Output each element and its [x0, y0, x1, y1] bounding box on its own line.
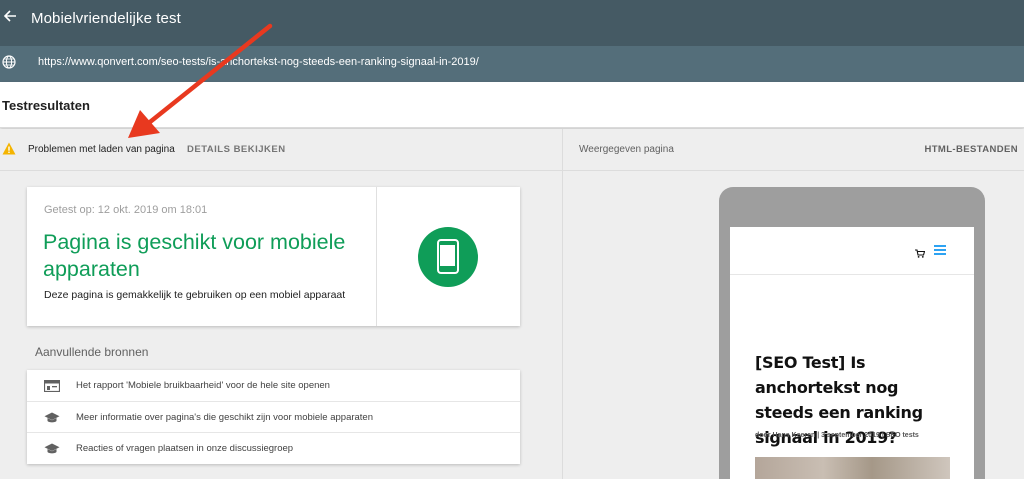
pane-separator: [563, 170, 1024, 171]
cart-icon: [915, 245, 926, 258]
mobile-friendly-badge: [418, 227, 478, 287]
tested-url[interactable]: https://www.qonvert.com/seo-tests/is-anc…: [38, 56, 479, 68]
resources-list: Het rapport 'Mobiele bruikbaarheid' voor…: [27, 370, 520, 464]
school-icon: [44, 411, 60, 423]
resource-item-forum[interactable]: Reacties of vragen plaatsen in onze disc…: [27, 432, 520, 463]
issue-bar: Problemen met laden van pagina DETAILS B…: [0, 129, 562, 171]
result-card: Getest op: 12 okt. 2019 om 18:01 Pagina …: [27, 187, 520, 326]
report-icon: [43, 379, 61, 393]
url-bar[interactable]: https://www.qonvert.com/seo-tests/is-anc…: [0, 46, 1024, 82]
result-heading: Pagina is geschikt voor mobiele apparate…: [43, 230, 346, 281]
results-header: Testresultaten: [0, 82, 1024, 128]
hamburger-menu-icon: [934, 245, 946, 255]
rendered-page-label: Weergegeven pagina: [579, 144, 674, 155]
device-screen[interactable]: [SEO Test] Is anchortekst nog steeds een…: [730, 227, 974, 479]
back-arrow-icon[interactable]: [3, 9, 19, 29]
phone-icon: [437, 239, 459, 274]
school-icon: [44, 442, 60, 454]
resource-item-learn-more[interactable]: Meer informatie over pagina's die geschi…: [27, 401, 520, 432]
resource-label: Reacties of vragen plaatsen in onze disc…: [76, 443, 294, 454]
post-meta: door Hans Keeren | 3 september 2019 | SE…: [755, 432, 919, 439]
card-divider: [376, 187, 377, 326]
view-details-button[interactable]: DETAILS BEKIJKEN: [187, 144, 286, 155]
post-featured-image: [755, 457, 950, 479]
device-frame: [SEO Test] Is anchortekst nog steeds een…: [719, 187, 985, 479]
rendered-page-pane: Weergegeven pagina HTML-BESTANDEN [SEO T…: [563, 129, 1024, 479]
app-bar: Mobielvriendelijke test: [0, 0, 1024, 46]
results-pane: Problemen met laden van pagina DETAILS B…: [0, 129, 562, 479]
html-files-button[interactable]: HTML-BESTANDEN: [924, 144, 1018, 155]
site-header: [730, 227, 974, 275]
resource-item-report[interactable]: Het rapport 'Mobiele bruikbaarheid' voor…: [27, 370, 520, 401]
tested-on-timestamp: Getest op: 12 okt. 2019 om 18:01: [44, 204, 208, 216]
issue-message: Problemen met laden van pagina: [28, 144, 175, 155]
result-subtext: Deze pagina is gemakkelijk te gebruiken …: [44, 289, 346, 301]
resource-label: Het rapport 'Mobiele bruikbaarheid' voor…: [76, 380, 330, 391]
results-title: Testresultaten: [2, 98, 90, 113]
warning-icon: [2, 142, 16, 155]
resources-title: Aanvullende bronnen: [35, 345, 149, 359]
globe-icon: [2, 55, 16, 69]
app-title: Mobielvriendelijke test: [31, 10, 181, 27]
resource-label: Meer informatie over pagina's die geschi…: [76, 412, 374, 423]
